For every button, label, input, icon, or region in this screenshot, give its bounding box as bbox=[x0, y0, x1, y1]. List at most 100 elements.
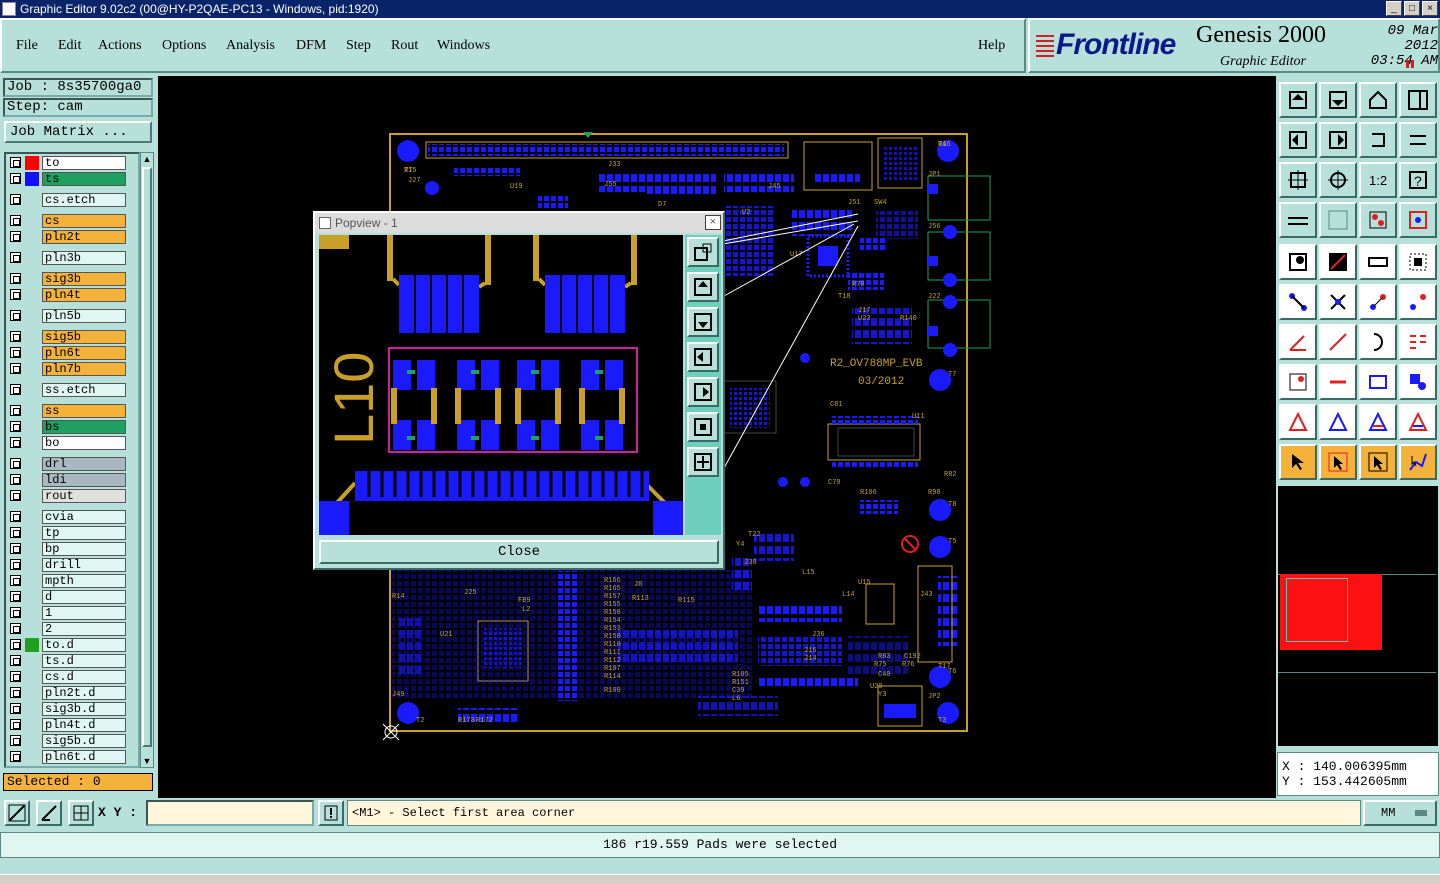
layer-color-swatch[interactable] bbox=[25, 654, 39, 668]
layer-row[interactable]: to.d bbox=[8, 638, 126, 652]
pointer-select-icon[interactable] bbox=[1319, 444, 1357, 480]
layer-row[interactable]: pln6t bbox=[8, 346, 126, 360]
popview-zoom-icon[interactable] bbox=[687, 237, 719, 267]
menu-analysis[interactable]: Analysis bbox=[226, 38, 275, 54]
layers-red2-icon[interactable] bbox=[1399, 202, 1437, 238]
pad-tool-icon[interactable] bbox=[1279, 244, 1317, 280]
layer-checkbox[interactable] bbox=[10, 437, 21, 448]
layer-name[interactable]: bs bbox=[42, 420, 126, 434]
layer-row[interactable]: ldi bbox=[8, 473, 126, 487]
layer-name[interactable]: mpth bbox=[42, 574, 126, 588]
layer-color-swatch[interactable] bbox=[25, 670, 39, 684]
close-window-button[interactable]: × bbox=[1422, 1, 1438, 16]
menu-rout[interactable]: Rout bbox=[391, 38, 418, 54]
layer-color-swatch[interactable] bbox=[25, 309, 39, 323]
fit-all-icon[interactable] bbox=[1279, 162, 1317, 198]
layer-name[interactable]: sig3b bbox=[42, 272, 126, 286]
help-icon[interactable]: ? bbox=[1399, 162, 1437, 198]
layer-checkbox[interactable] bbox=[10, 310, 21, 321]
pause-icon[interactable] bbox=[1406, 60, 1414, 68]
triangle-icon[interactable] bbox=[1279, 404, 1317, 440]
layer-name[interactable]: to.d bbox=[42, 638, 126, 652]
measure-icon[interactable] bbox=[36, 800, 62, 826]
layers-red-icon[interactable] bbox=[1359, 202, 1397, 238]
popview-close-icon[interactable]: × bbox=[705, 215, 721, 230]
surface-tool-icon[interactable] bbox=[1359, 244, 1397, 280]
layer-checkbox[interactable] bbox=[10, 591, 21, 602]
layer-color-swatch[interactable] bbox=[25, 606, 39, 620]
layer-scrollbar[interactable]: ▲ ▼ bbox=[140, 152, 154, 768]
layer-color-swatch[interactable] bbox=[25, 590, 39, 604]
layer-checkbox[interactable] bbox=[10, 273, 21, 284]
layer-color-swatch[interactable] bbox=[25, 404, 39, 418]
popview-close-button[interactable]: Close bbox=[319, 540, 719, 564]
layer-name[interactable]: ts.d bbox=[42, 654, 126, 668]
layer-color-swatch[interactable] bbox=[25, 750, 39, 764]
arc-tool-icon[interactable] bbox=[1399, 244, 1437, 280]
layer-color-swatch[interactable] bbox=[25, 156, 39, 170]
layer-row[interactable]: ss bbox=[8, 404, 126, 418]
layer-name[interactable]: to bbox=[42, 156, 126, 170]
layer-checkbox[interactable] bbox=[10, 194, 21, 205]
overview-minimap[interactable] bbox=[1278, 486, 1438, 746]
layer-checkbox[interactable] bbox=[10, 384, 21, 395]
layer-checkbox[interactable] bbox=[10, 157, 21, 168]
layer-checkbox[interactable] bbox=[10, 623, 21, 634]
layer-checkbox[interactable] bbox=[10, 474, 21, 485]
center-icon[interactable] bbox=[1319, 162, 1357, 198]
layer-color-swatch[interactable] bbox=[25, 734, 39, 748]
pointer-icon[interactable] bbox=[1279, 444, 1317, 480]
mirror-icon[interactable] bbox=[1399, 122, 1437, 158]
layer-checkbox[interactable] bbox=[10, 559, 21, 570]
layer-checkbox[interactable] bbox=[10, 289, 21, 300]
pan-right-icon[interactable] bbox=[1319, 122, 1357, 158]
layer-checkbox[interactable] bbox=[10, 543, 21, 554]
layer-row[interactable]: to bbox=[8, 156, 126, 170]
popview-fit-icon[interactable] bbox=[687, 412, 719, 442]
layer-color-swatch[interactable] bbox=[25, 702, 39, 716]
menu-edit[interactable]: Edit bbox=[58, 38, 81, 54]
layer-name[interactable]: pln2t.d bbox=[42, 686, 126, 700]
layer-name[interactable]: ss bbox=[42, 404, 126, 418]
layer-row[interactable]: pln2t bbox=[8, 230, 126, 244]
curve-icon[interactable] bbox=[1359, 324, 1397, 360]
menu-options[interactable]: Options bbox=[162, 38, 206, 54]
layer-name[interactable]: pln7b bbox=[42, 362, 126, 376]
layer-name[interactable]: pln6t.d bbox=[42, 750, 126, 764]
layer-name[interactable]: sig3b.d bbox=[42, 702, 126, 716]
move-icon[interactable] bbox=[1359, 284, 1397, 320]
layer-name[interactable]: drl bbox=[42, 457, 126, 471]
layer-checkbox[interactable] bbox=[10, 655, 21, 666]
layer-name[interactable]: d bbox=[42, 590, 126, 604]
cross-icon[interactable] bbox=[1319, 284, 1357, 320]
one-to-two-icon[interactable]: 1:2 bbox=[1359, 162, 1397, 198]
layer-checkbox[interactable] bbox=[10, 751, 21, 762]
layer-row[interactable]: drl bbox=[8, 457, 126, 471]
layer-color-swatch[interactable] bbox=[25, 346, 39, 360]
popview-pan-down-icon[interactable] bbox=[687, 307, 719, 337]
popview-zoom-in-icon[interactable] bbox=[687, 447, 719, 477]
layer-row[interactable]: cs.etch bbox=[8, 193, 126, 207]
connect-icon[interactable] bbox=[1279, 284, 1317, 320]
slash-icon[interactable] bbox=[1319, 324, 1357, 360]
layer-row[interactable]: ss.etch bbox=[8, 383, 126, 397]
split-view-icon[interactable] bbox=[1399, 82, 1437, 118]
menu-windows[interactable]: Windows bbox=[437, 38, 490, 54]
menu-step[interactable]: Step bbox=[346, 38, 371, 54]
pointer-net-icon[interactable] bbox=[1399, 444, 1437, 480]
zoom-home-icon[interactable] bbox=[1319, 82, 1357, 118]
layer-row[interactable]: d bbox=[8, 590, 126, 604]
layer-row[interactable]: 2 bbox=[8, 622, 126, 636]
layer-color-swatch[interactable] bbox=[25, 638, 39, 652]
layer-row[interactable]: rout bbox=[8, 489, 126, 503]
layer-checkbox[interactable] bbox=[10, 363, 21, 374]
layer-color-swatch[interactable] bbox=[25, 214, 39, 228]
layer-color-swatch[interactable] bbox=[25, 473, 39, 487]
layer-checkbox[interactable] bbox=[10, 735, 21, 746]
pointer-area-icon[interactable] bbox=[1359, 444, 1397, 480]
graphic-canvas[interactable]: R2_OV788MP_EVB 03/2012 T1 T4 T2 T3 T7 T8 T5 T6 J… bbox=[158, 76, 1276, 798]
layer-checkbox[interactable] bbox=[10, 687, 21, 698]
ruler-icon[interactable] bbox=[1279, 202, 1317, 238]
layer-name[interactable]: pln4t.d bbox=[42, 718, 126, 732]
layer-color-swatch[interactable] bbox=[25, 526, 39, 540]
